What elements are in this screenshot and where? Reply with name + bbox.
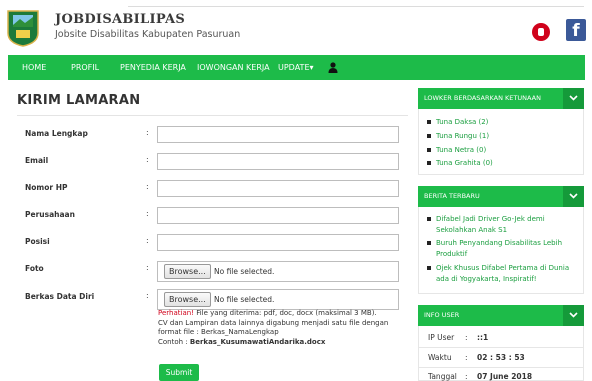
info-sep: : [465,372,468,381]
upload-warning: Perhatian! [158,309,194,317]
colon: : [146,291,149,300]
label-perusahaan: Perusahaan [25,210,75,219]
berita-item[interactable]: Ojek Khusus Difabel Pertama di Dunia ada… [427,263,575,284]
info-user-box-header[interactable]: INFO USER [418,305,584,326]
nav-penyedia-kerja[interactable]: PENYEDIA KERJA [120,55,186,80]
chevron-down-icon[interactable] [563,88,584,109]
facebook-icon[interactable]: f [566,19,586,41]
info-row-waktu: Waktu:02 : 53 : 53 [428,353,525,362]
info-divider [418,367,584,368]
info-value: ::1 [477,333,489,342]
colon: : [146,263,149,272]
berkas-file-status: No file selected. [214,295,275,304]
colon: : [146,209,149,218]
upload-note-line: format file : Berkas_NamaLengkap [158,328,279,336]
youtube-icon[interactable] [532,23,550,41]
page-title: KIRIM LAMARAN [17,93,141,108]
berita-box-title: BERITA TERBARU [424,192,480,200]
user-icon[interactable] [328,62,338,73]
berita-box-header[interactable]: BERITA TERBARU [418,186,584,207]
nav-profil[interactable]: PROFIL [71,55,99,80]
berkas-browse-button[interactable]: Browse... [164,292,211,307]
example-filename: Berkas_KusumawatiAndarika.docx [189,337,326,346]
nav-home[interactable]: HOME [22,55,46,80]
info-value: 07 June 2018 [477,372,533,381]
colon: : [146,236,149,245]
berita-item[interactable]: Buruh Penyandang Disabilitas Lebih Produ… [427,238,575,259]
upload-note-line: CV dan Lampiran data lainnya digabung me… [158,318,389,327]
site-subtitle: Jobsite Disabilitas Kabupaten Pasuruan [55,29,241,40]
foto-file-status: No file selected. [214,267,275,276]
lowker-item[interactable]: Tuna Daksa (2) [427,117,575,128]
info-key: Waktu [428,353,452,362]
label-email: Email [25,156,49,165]
lowker-item[interactable]: Tuna Netra (0) [427,145,575,156]
perusahaan-input[interactable] [157,207,399,224]
colon: : [146,182,149,191]
nav-update-dropdown[interactable]: UPDATE▾ [278,55,314,80]
colon: : [146,155,149,164]
posisi-input[interactable] [157,234,399,251]
logo-icon[interactable] [6,9,40,47]
label-posisi: Posisi [25,237,50,246]
info-sep: : [465,333,468,342]
upload-note: Perhatian! File yang diterima: pdf, doc,… [158,309,388,347]
site-header: JOBDISABILIPAS Jobsite Disabilitas Kabup… [0,0,592,52]
email-input[interactable] [157,153,399,170]
info-sep: : [465,353,468,362]
upload-note-line: File yang diterima: pdf, doc, docx (maks… [193,309,377,317]
submit-button[interactable]: Submit [159,364,199,381]
info-row-tanggal: Tanggal:07 June 2018 [428,372,532,381]
info-key: IP User [428,333,455,342]
info-divider [418,347,584,348]
lowker-item[interactable]: Tuna Rungu (1) [427,131,575,142]
upload-note-line: Contoh : [158,337,190,346]
info-key: Tanggal [428,372,457,381]
foto-browse-button[interactable]: Browse... [164,264,211,279]
nav-lowongan-kerja[interactable]: IOWONGAN KERJA [197,55,270,80]
label-foto: Foto [25,264,44,273]
colon: : [146,128,149,137]
nomor-hp-input[interactable] [157,180,399,197]
info-value: 02 : 53 : 53 [477,353,525,362]
title-divider [17,115,408,116]
lowker-item[interactable]: Tuna Grahita (0) [427,158,575,169]
label-nomor-hp: Nomor HP [25,183,68,192]
lowker-box-header[interactable]: LOWKER BERDASARKAN KETUNAAN [418,88,584,109]
main-navbar: HOME PROFIL PENYEDIA KERJA IOWONGAN KERJ… [8,55,585,80]
nama-lengkap-input[interactable] [157,126,399,143]
site-title[interactable]: JOBDISABILIPAS [55,12,185,27]
chevron-down-icon[interactable] [563,305,584,326]
lowker-box-title: LOWKER BERDASARKAN KETUNAAN [424,94,541,102]
berita-item[interactable]: Difabel Jadi Driver Go-Jek demi Sekolahk… [427,214,575,235]
label-berkas-data-diri: Berkas Data Diri [25,292,95,301]
label-nama-lengkap: Nama Lengkap [25,129,88,138]
chevron-down-icon[interactable] [563,186,584,207]
info-row-ip: IP User:::1 [428,333,488,342]
info-user-box-title: INFO USER [424,311,460,319]
